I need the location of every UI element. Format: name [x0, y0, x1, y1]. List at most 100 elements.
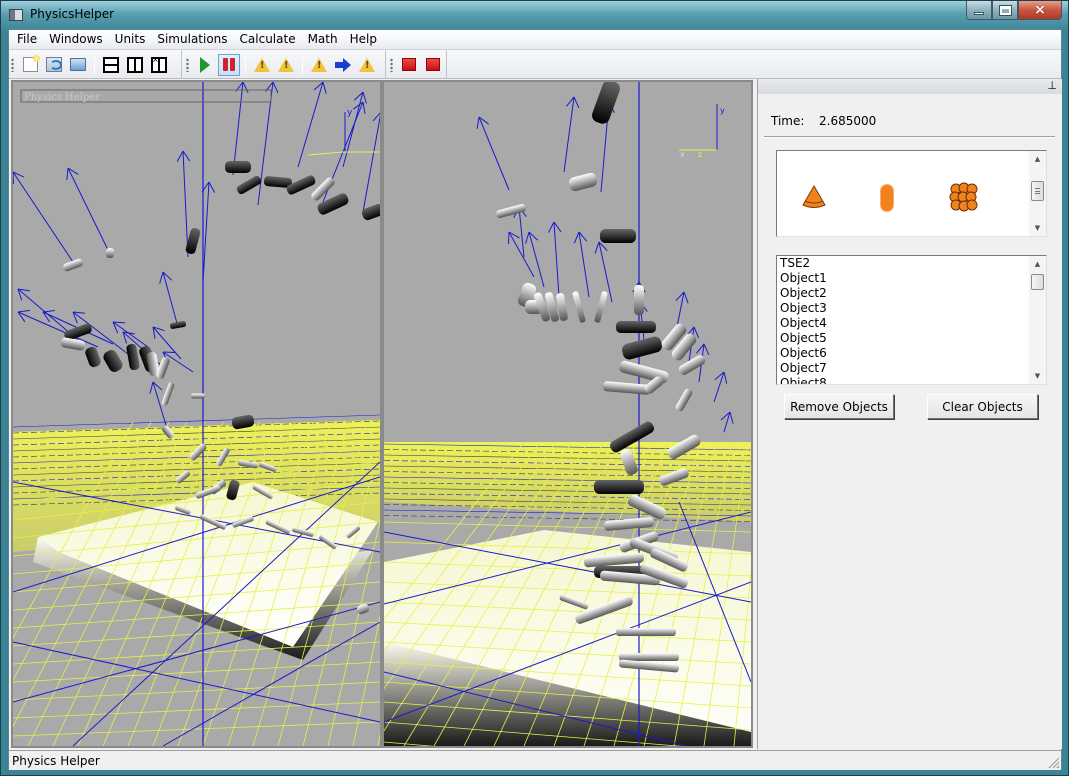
- warning-button-4[interactable]: [356, 54, 378, 76]
- rigid-body: [675, 388, 693, 412]
- object-list[interactable]: TSE2 Object1 Object2 Object3 Object4 Object5 O…: [776, 255, 1047, 385]
- toolbar-divider: [385, 50, 386, 79]
- warning-icon: [359, 57, 375, 72]
- scene-left[interactable]: Physics Helper y: [13, 82, 380, 746]
- menu-windows[interactable]: Windows: [43, 30, 109, 49]
- object-list-scrollbar[interactable]: ▲ ▼: [1029, 256, 1046, 384]
- object-list-item[interactable]: TSE2: [780, 256, 827, 271]
- new-file-button[interactable]: [19, 54, 41, 76]
- save-file-button[interactable]: [43, 54, 65, 76]
- viewport-left[interactable]: Physics Helper y: [11, 80, 382, 748]
- vector-head: [693, 326, 700, 339]
- rigid-body: [286, 175, 316, 195]
- rigid-body: [602, 381, 652, 395]
- menu-help[interactable]: Help: [344, 30, 383, 49]
- vector-head: [322, 82, 327, 94]
- object-list-item[interactable]: Object7: [780, 361, 827, 376]
- warning-button-2[interactable]: [275, 54, 297, 76]
- toolbar-grip[interactable]: [186, 57, 189, 72]
- menu-units[interactable]: Units: [109, 30, 152, 49]
- scene-right[interactable]: y z x: [384, 82, 751, 746]
- split-horizontal-button[interactable]: [100, 54, 122, 76]
- split-quad-button[interactable]: [148, 54, 170, 76]
- object-list-item[interactable]: Object8: [780, 376, 827, 384]
- menu-file[interactable]: File: [11, 30, 43, 49]
- rigid-body: [225, 161, 251, 173]
- clear-objects-button[interactable]: Clear Objects: [927, 394, 1038, 419]
- rigid-body: [634, 285, 644, 315]
- play-button[interactable]: [194, 54, 216, 76]
- vector-head: [182, 150, 191, 162]
- object-list-item[interactable]: Object4: [780, 316, 827, 331]
- object-list-item[interactable]: Object2: [780, 286, 827, 301]
- stop-icon: [426, 58, 440, 71]
- warning-icon: [254, 57, 270, 72]
- rigid-body: [191, 393, 205, 399]
- scroll-down-icon[interactable]: ▼: [1029, 368, 1046, 384]
- new-file-icon: [22, 55, 40, 72]
- rigid-body: [236, 175, 262, 195]
- pin-icon[interactable]: ⊥: [1047, 80, 1057, 92]
- scroll-thumb[interactable]: [1031, 274, 1044, 290]
- open-file-button[interactable]: [67, 54, 89, 76]
- resize-grip[interactable]: [1047, 756, 1059, 768]
- capsule-shape[interactable]: [879, 183, 895, 213]
- split-vertical-icon: [127, 56, 143, 73]
- cone-shape[interactable]: [801, 184, 827, 210]
- maximize-button[interactable]: [992, 1, 1018, 20]
- scroll-up-icon[interactable]: ▲: [1029, 151, 1046, 167]
- stop-button-2[interactable]: [422, 54, 444, 76]
- scroll-thumb[interactable]: [1031, 181, 1044, 201]
- menu-math[interactable]: Math: [302, 30, 344, 49]
- title-bar[interactable]: PhysicsHelper ×: [1, 1, 1068, 29]
- toolbar-grip[interactable]: [390, 57, 393, 72]
- close-button[interactable]: ×: [1018, 1, 1062, 20]
- velocity-vector: [528, 231, 545, 288]
- warning-button-3[interactable]: [308, 54, 330, 76]
- rigid-body: [616, 628, 676, 636]
- velocity-vector: [182, 150, 189, 258]
- scroll-up-icon[interactable]: ▲: [1029, 256, 1046, 272]
- velocity-vector: [508, 231, 535, 278]
- close-icon: ×: [1034, 2, 1046, 18]
- viewport-right[interactable]: y z x: [382, 80, 753, 748]
- vector-head: [272, 82, 279, 94]
- warning-button-1[interactable]: [251, 54, 273, 76]
- step-forward-button[interactable]: [332, 54, 354, 76]
- stop-button-1[interactable]: [398, 54, 420, 76]
- toolbar: [9, 49, 1061, 79]
- rigid-body: [622, 336, 662, 360]
- remove-objects-button[interactable]: Remove Objects: [784, 394, 894, 419]
- object-list-item[interactable]: Object6: [780, 346, 827, 361]
- grid-line: [13, 621, 380, 647]
- object-list-item[interactable]: Object5: [780, 331, 827, 346]
- shape-palette-scrollbar[interactable]: ▲ ▼: [1029, 151, 1046, 236]
- menu-simulations[interactable]: Simulations: [151, 30, 233, 49]
- object-list-item[interactable]: Object3: [780, 301, 827, 316]
- vector-head: [362, 91, 367, 104]
- app-icon: [9, 9, 23, 21]
- axis-label-z: z: [698, 150, 702, 159]
- minimize-button[interactable]: [966, 1, 992, 20]
- vector-head: [476, 116, 480, 129]
- sphere-cluster-shape[interactable]: [948, 182, 980, 214]
- rigid-body: [361, 203, 380, 221]
- toolbar-grip[interactable]: [11, 57, 14, 72]
- menu-calculate[interactable]: Calculate: [234, 30, 302, 49]
- stop-icon: [402, 58, 416, 71]
- rigid-body: [568, 172, 598, 192]
- split-vertical-button[interactable]: [124, 54, 146, 76]
- minimize-icon: [974, 11, 984, 15]
- scroll-down-icon[interactable]: ▼: [1029, 220, 1046, 236]
- maximize-icon: [998, 4, 1012, 16]
- pause-icon: [223, 58, 235, 71]
- velocity-vector: [563, 96, 575, 173]
- object-panel: ⊥ Time: 2.685000 ▲ ▼ TSE2 Object1 Object…: [757, 79, 1062, 749]
- vector-head: [683, 291, 689, 304]
- pause-button[interactable]: [218, 53, 240, 76]
- vector-head: [703, 343, 710, 356]
- object-list-item[interactable]: Object1: [780, 271, 827, 286]
- local-axis-z: [307, 151, 380, 156]
- warning-icon: [311, 57, 327, 72]
- app-window: PhysicsHelper × File Windows Units Simul…: [0, 0, 1069, 776]
